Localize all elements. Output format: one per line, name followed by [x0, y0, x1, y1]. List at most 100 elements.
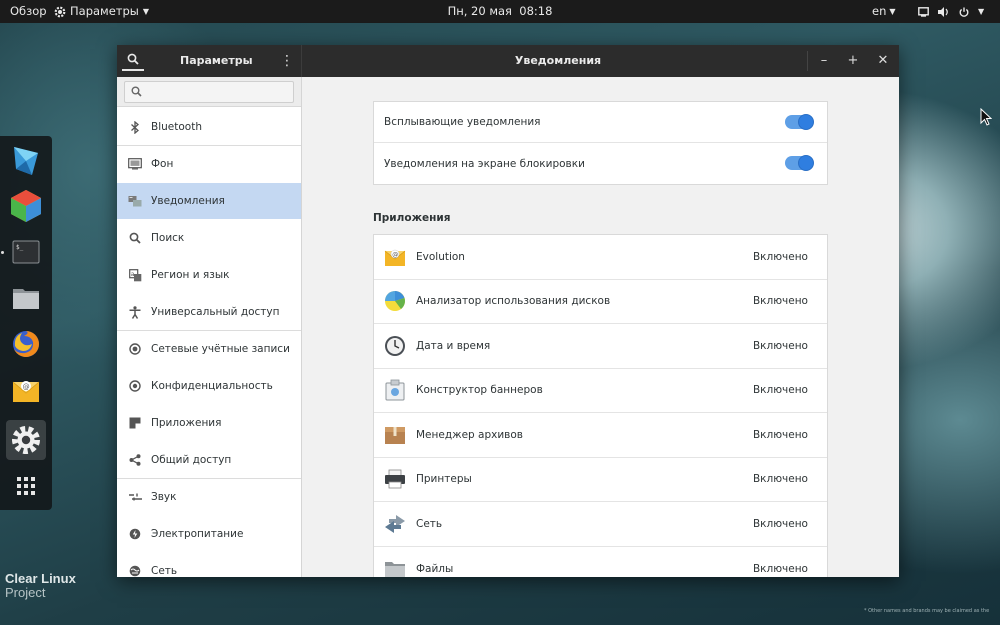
- app-row-disk-usage[interactable]: Анализатор использования дисков Включено: [374, 280, 827, 324]
- sidebar-item-sharing[interactable]: Общий доступ: [117, 442, 301, 478]
- applications-heading: Приложения: [373, 212, 451, 224]
- app-name: Дата и время: [416, 339, 491, 352]
- app-state: Включено: [752, 295, 808, 308]
- dock-terminal[interactable]: $_: [6, 232, 46, 272]
- sidebar-title: Параметры: [180, 54, 253, 67]
- app-row-archive-manager[interactable]: Менеджер архивов Включено: [374, 413, 827, 458]
- sidebar-item-background[interactable]: Фон: [117, 146, 301, 182]
- dock-files[interactable]: [6, 278, 46, 318]
- app-state: Включено: [752, 384, 808, 397]
- search-input[interactable]: [147, 84, 287, 100]
- bluetooth-icon: [128, 120, 142, 134]
- disk-usage-icon: [384, 290, 406, 312]
- app-name: Принтеры: [416, 473, 472, 486]
- dock: $_ @: [0, 136, 52, 510]
- svg-text:@: @: [392, 251, 398, 258]
- firefox-icon: [13, 331, 39, 357]
- folder-icon: [13, 289, 39, 309]
- minimize-button[interactable]: –: [816, 53, 832, 69]
- maximize-icon: +: [847, 53, 859, 68]
- sidebar-item-bluetooth[interactable]: Bluetooth: [117, 109, 301, 145]
- app-state: Включено: [752, 517, 808, 530]
- popup-notifications-switch[interactable]: [785, 114, 814, 130]
- app-name: Анализатор использования дисков: [416, 295, 611, 308]
- app-row-network[interactable]: Сеть Включено: [374, 502, 827, 547]
- archive-icon: [384, 424, 406, 446]
- vertical-dots-icon: ⋮: [280, 53, 294, 69]
- dock-evolution[interactable]: @: [6, 370, 46, 410]
- sidebar-item-label: Уведомления: [151, 195, 225, 207]
- switch-knob: [798, 114, 814, 130]
- app-row-files[interactable]: Файлы Включено: [374, 547, 827, 577]
- sidebar: Bluetooth Фон Уведомления Поиск a Регион…: [117, 77, 302, 577]
- language-label: en: [872, 4, 887, 18]
- popup-notifications-label: Всплывающие уведомления: [384, 116, 541, 128]
- app-row-date-time[interactable]: Дата и время Включено: [374, 324, 827, 369]
- dock-software-center[interactable]: [6, 141, 46, 181]
- brand-line-1: Clear Linux: [5, 571, 76, 586]
- app-name: Конструктор баннеров: [416, 384, 543, 397]
- sidebar-search-field[interactable]: [124, 81, 294, 103]
- applications-icon: [128, 416, 142, 430]
- dock-settings[interactable]: [6, 420, 46, 460]
- network-arrows-icon: [384, 513, 406, 535]
- sidebar-item-notifications[interactable]: Уведомления: [117, 183, 301, 219]
- activities-button[interactable]: Обзор: [10, 0, 47, 23]
- app-state: Включено: [752, 562, 808, 575]
- gear-icon: [54, 6, 66, 17]
- app-name: Файлы: [416, 562, 454, 575]
- svg-text:@: @: [23, 383, 30, 391]
- app-name: Менеджер архивов: [416, 428, 523, 441]
- sidebar-item-accessibility[interactable]: Универсальный доступ: [117, 294, 301, 330]
- banner-icon: [384, 379, 406, 401]
- search-icon: [131, 86, 142, 97]
- running-indicator: [1, 251, 4, 254]
- app-menu-label: Параметры: [70, 4, 139, 18]
- sidebar-item-label: Bluetooth: [151, 121, 202, 133]
- sidebar-item-power[interactable]: Электропитание: [117, 516, 301, 552]
- header-bar: Параметры ⋮ Уведомления – + ✕: [117, 45, 899, 77]
- mouse-pointer-icon: [980, 108, 992, 126]
- background-icon: [128, 157, 142, 171]
- language-selector[interactable]: en ▼: [872, 0, 896, 23]
- sidebar-item-region[interactable]: a Регион и язык: [117, 257, 301, 293]
- sound-icon: [128, 490, 142, 504]
- app-row-evolution[interactable]: @ Evolution Включено: [374, 235, 827, 280]
- sidebar-item-sound[interactable]: Звук: [117, 479, 301, 515]
- clock-icon: [384, 335, 406, 357]
- volume-icon: [938, 6, 948, 17]
- close-icon: ✕: [877, 53, 889, 68]
- app-name: Evolution: [416, 250, 465, 263]
- app-name: Сеть: [416, 517, 443, 530]
- lock-screen-notifications-switch[interactable]: [785, 155, 814, 171]
- sidebar-item-network[interactable]: Сеть: [117, 553, 301, 577]
- svg-text:a: a: [130, 271, 134, 278]
- sidebar-item-label: Конфиденциальность: [151, 380, 273, 392]
- sidebar-item-online-accounts[interactable]: Сетевые учётные записи: [117, 331, 301, 367]
- sidebar-item-label: Приложения: [151, 417, 222, 429]
- screen-icon: [918, 6, 929, 17]
- software-center-icon: [14, 147, 38, 175]
- applications-list: @ Evolution Включено Анализатор использо…: [373, 234, 828, 577]
- network-icon: [128, 564, 142, 577]
- search-toggle-button[interactable]: [122, 49, 144, 71]
- app-row-banner-designer[interactable]: Конструктор баннеров Включено: [374, 369, 827, 413]
- sidebar-item-applications[interactable]: Приложения: [117, 405, 301, 441]
- menu-button[interactable]: ⋮: [280, 53, 294, 69]
- sidebar-search-bar: [117, 77, 301, 107]
- app-state: Включено: [752, 428, 808, 441]
- chevron-down-icon: ▼: [978, 7, 985, 16]
- app-row-printers[interactable]: Принтеры Включено: [374, 458, 827, 502]
- sidebar-item-privacy[interactable]: Конфиденциальность: [117, 368, 301, 404]
- system-menu[interactable]: ▼: [918, 0, 984, 23]
- app-menu-button[interactable]: Параметры ▼: [54, 0, 149, 23]
- dock-firefox[interactable]: [6, 324, 46, 364]
- maximize-button[interactable]: +: [845, 53, 861, 69]
- clock[interactable]: Пн, 20 мая 08:18: [448, 4, 553, 18]
- sidebar-item-search[interactable]: Поиск: [117, 220, 301, 256]
- terminal-icon: $_: [12, 240, 40, 264]
- notification-toggles-card: Всплывающие уведомления Уведомления на э…: [373, 101, 828, 185]
- close-button[interactable]: ✕: [875, 53, 891, 69]
- dock-gnome-software[interactable]: [6, 186, 46, 226]
- dock-show-apps[interactable]: [6, 466, 46, 506]
